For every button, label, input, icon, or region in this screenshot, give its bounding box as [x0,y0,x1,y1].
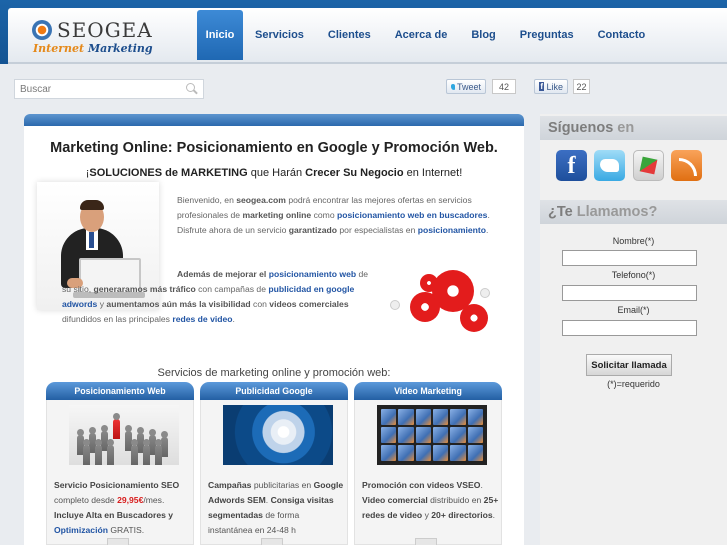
like-count: 22 [573,79,590,94]
nav-servicios[interactable]: Servicios [243,10,316,60]
search-box[interactable]: Buscar [14,79,204,99]
content-top-bar [24,114,524,126]
like-label: Like [546,81,563,92]
sidebar: Síguenos en f ¿Te Llamamos? Nombre(*) Te… [540,114,727,545]
brand-tagline: Internet Marketing [33,42,153,55]
gears-illustration [382,270,500,338]
nav-contacto[interactable]: Contacto [586,10,658,60]
link-posicionamiento-buscadores[interactable]: posicionamiento web en buscadores [337,210,487,220]
main-content: Marketing Online: Posicionamiento en Goo… [24,114,524,545]
logo[interactable]: SEOGEA Internet Marketing [24,14,154,58]
more-info-icon[interactable] [415,538,437,545]
service-heading[interactable]: Video Marketing [354,382,502,400]
service-description: Servicio Posicionamiento SEO completo de… [54,480,180,535]
email-label: Email(*) [617,305,650,315]
rss-icon[interactable] [671,150,702,181]
service-body: Promoción con videos VSEO. Video comerci… [354,400,502,545]
twitter-icon[interactable] [594,150,625,181]
target-dart-image [223,405,333,465]
link-posicionamiento[interactable]: posicionamiento [418,225,486,235]
nav-inicio[interactable]: Inicio [197,10,243,60]
name-field[interactable] [562,250,697,266]
service-description: Promoción con videos VSEO. Video comerci… [362,480,499,520]
service-body: Campañas publicitarias en Google Adwords… [200,400,348,545]
link-redes-video[interactable]: redes de video [172,314,232,324]
services-heading: Servicios de marketing online y promoció… [157,367,391,379]
callback-heading: ¿Te Llamamos? [540,200,727,224]
like-button[interactable]: f Like [534,79,568,94]
email-field[interactable] [562,320,697,336]
service-heading[interactable]: Posicionamiento Web [46,382,194,400]
twitter-bird-icon [451,83,455,90]
service-card-video[interactable]: Video Marketing Promoción con videos VSE… [354,382,502,545]
more-info-icon[interactable] [107,538,129,545]
nav-blog[interactable]: Blog [459,10,507,60]
nav-acerca-de[interactable]: Acerca de [383,10,460,60]
google-buzz-icon[interactable] [633,150,664,181]
intro-paragraph: Bienvenido, en seogea.com podrá encontra… [177,195,490,235]
tweet-label: Tweet [456,81,481,92]
service-body: Servicio Posicionamiento SEO completo de… [46,400,194,545]
service-description: Campañas publicitarias en Google Adwords… [208,480,344,535]
services-paragraph: Además de mejorar el posicionamiento web… [62,269,369,324]
link-posicionamiento-web[interactable]: posicionamiento web [269,269,356,279]
nav-preguntas[interactable]: Preguntas [508,10,586,60]
search-icon[interactable] [183,81,199,97]
phone-label: Telefono(*) [611,270,656,280]
page-title: Marketing Online: Posicionamiento en Goo… [50,140,498,156]
name-label: Nombre(*) [612,236,655,246]
brand-name: SEOGEA [57,18,153,42]
request-call-button[interactable]: Solicitar llamada [586,354,672,376]
service-heading[interactable]: Publicidad Google [200,382,348,400]
crowd-figures-image [69,405,179,465]
facebook-icon[interactable]: f [556,150,587,181]
service-card-seo[interactable]: Posicionamiento Web Servicio Posicionami… [46,382,194,545]
search-input[interactable]: Buscar [20,84,183,95]
follow-heading: Síguenos en [540,116,727,140]
tweet-button[interactable]: Tweet [446,79,486,94]
video-wall-image [377,405,487,465]
nav-clientes[interactable]: Clientes [316,10,383,60]
page-subtitle: ¡SOLUCIONES de MARKETING que Harán Crece… [85,167,463,179]
tweet-count: 42 [492,79,516,94]
more-info-icon[interactable] [261,538,283,545]
facebook-icon: f [539,82,545,91]
phone-field[interactable] [562,285,697,301]
main-nav: Inicio Servicios Clientes Acerca de Blog… [197,10,657,60]
service-card-google[interactable]: Publicidad Google Campañas publicitarias… [200,382,348,545]
required-note: (*)=requerido [607,379,660,389]
logo-mark-icon [32,20,52,40]
